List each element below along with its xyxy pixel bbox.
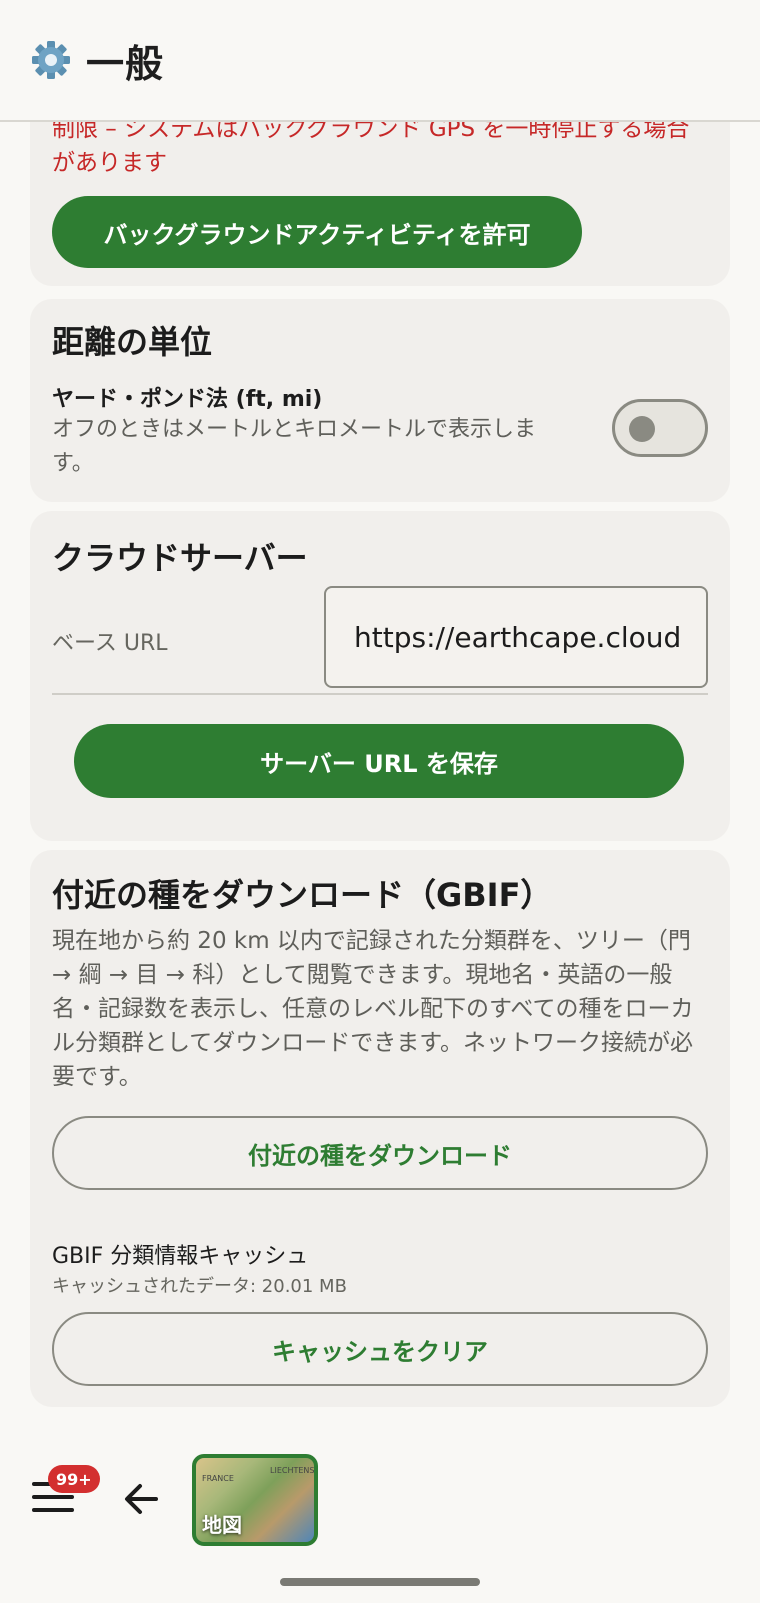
imperial-units-toggle[interactable]	[612, 399, 708, 457]
imperial-units-description: オフのときはメートルとキロメートルで表示します。	[52, 417, 537, 476]
gbif-cache-size: キャッシュされたデータ: 20.01 MB	[52, 1276, 347, 1297]
url-divider	[52, 693, 708, 695]
distance-units-card: 距離の単位 ヤード・ポンド法 (ft, mi) オフのときはメートルとキロメート…	[30, 299, 730, 502]
base-url-label: ベース URL	[52, 631, 168, 656]
page-title: 一般	[86, 41, 165, 86]
back-arrow-icon[interactable]	[122, 1480, 160, 1518]
gbif-title: 付近の種をダウンロード（GBIF）	[52, 876, 553, 914]
allow-background-activity-button[interactable]: バックグラウンドアクティビティを許可	[52, 196, 582, 268]
distance-units-title: 距離の単位	[52, 323, 213, 361]
cloud-server-title: クラウドサーバー	[52, 539, 308, 577]
base-url-input[interactable]: https://earthcape.cloud	[324, 586, 708, 688]
save-server-url-button[interactable]: サーバー URL を保存	[74, 724, 684, 798]
map-text-liechtenstein: LIECHTENS	[270, 1466, 315, 1475]
notification-badge: 99+	[48, 1465, 100, 1493]
gbif-cache-title: GBIF 分類情報キャッシュ	[52, 1244, 309, 1269]
home-indicator[interactable]	[280, 1578, 480, 1586]
gear-icon	[32, 41, 70, 79]
toggle-knob	[629, 416, 655, 442]
gbif-description: 現在地から約 20 km 以内で記録された分類群を、ツリー（門 → 綱 → 目 …	[52, 928, 694, 1090]
map-label: 地図	[202, 1513, 242, 1537]
download-nearby-species-button[interactable]: 付近の種をダウンロード	[52, 1116, 708, 1190]
background-warning-text: 制限 – システムはバックグラウンド GPS を一時停止する場合があります	[52, 116, 690, 176]
cloud-server-card: クラウドサーバー ベース URL https://earthcape.cloud…	[30, 511, 730, 841]
gbif-download-card: 付近の種をダウンロード（GBIF） 現在地から約 20 km 以内で記録された分…	[30, 850, 730, 1407]
clear-cache-button[interactable]: キャッシュをクリア	[52, 1312, 708, 1386]
settings-page: 制限 – システムはバックグラウンド GPS を一時停止する場合があります バッ…	[0, 0, 760, 1603]
bottom-bar: 99+ FRANCE LIECHTENS 地図	[0, 1440, 760, 1603]
map-text-france: FRANCE	[202, 1474, 234, 1483]
map-button[interactable]: FRANCE LIECHTENS 地図	[192, 1454, 318, 1546]
imperial-units-label: ヤード・ポンド法 (ft, mi)	[52, 387, 323, 412]
app-header: 一般	[0, 0, 760, 122]
